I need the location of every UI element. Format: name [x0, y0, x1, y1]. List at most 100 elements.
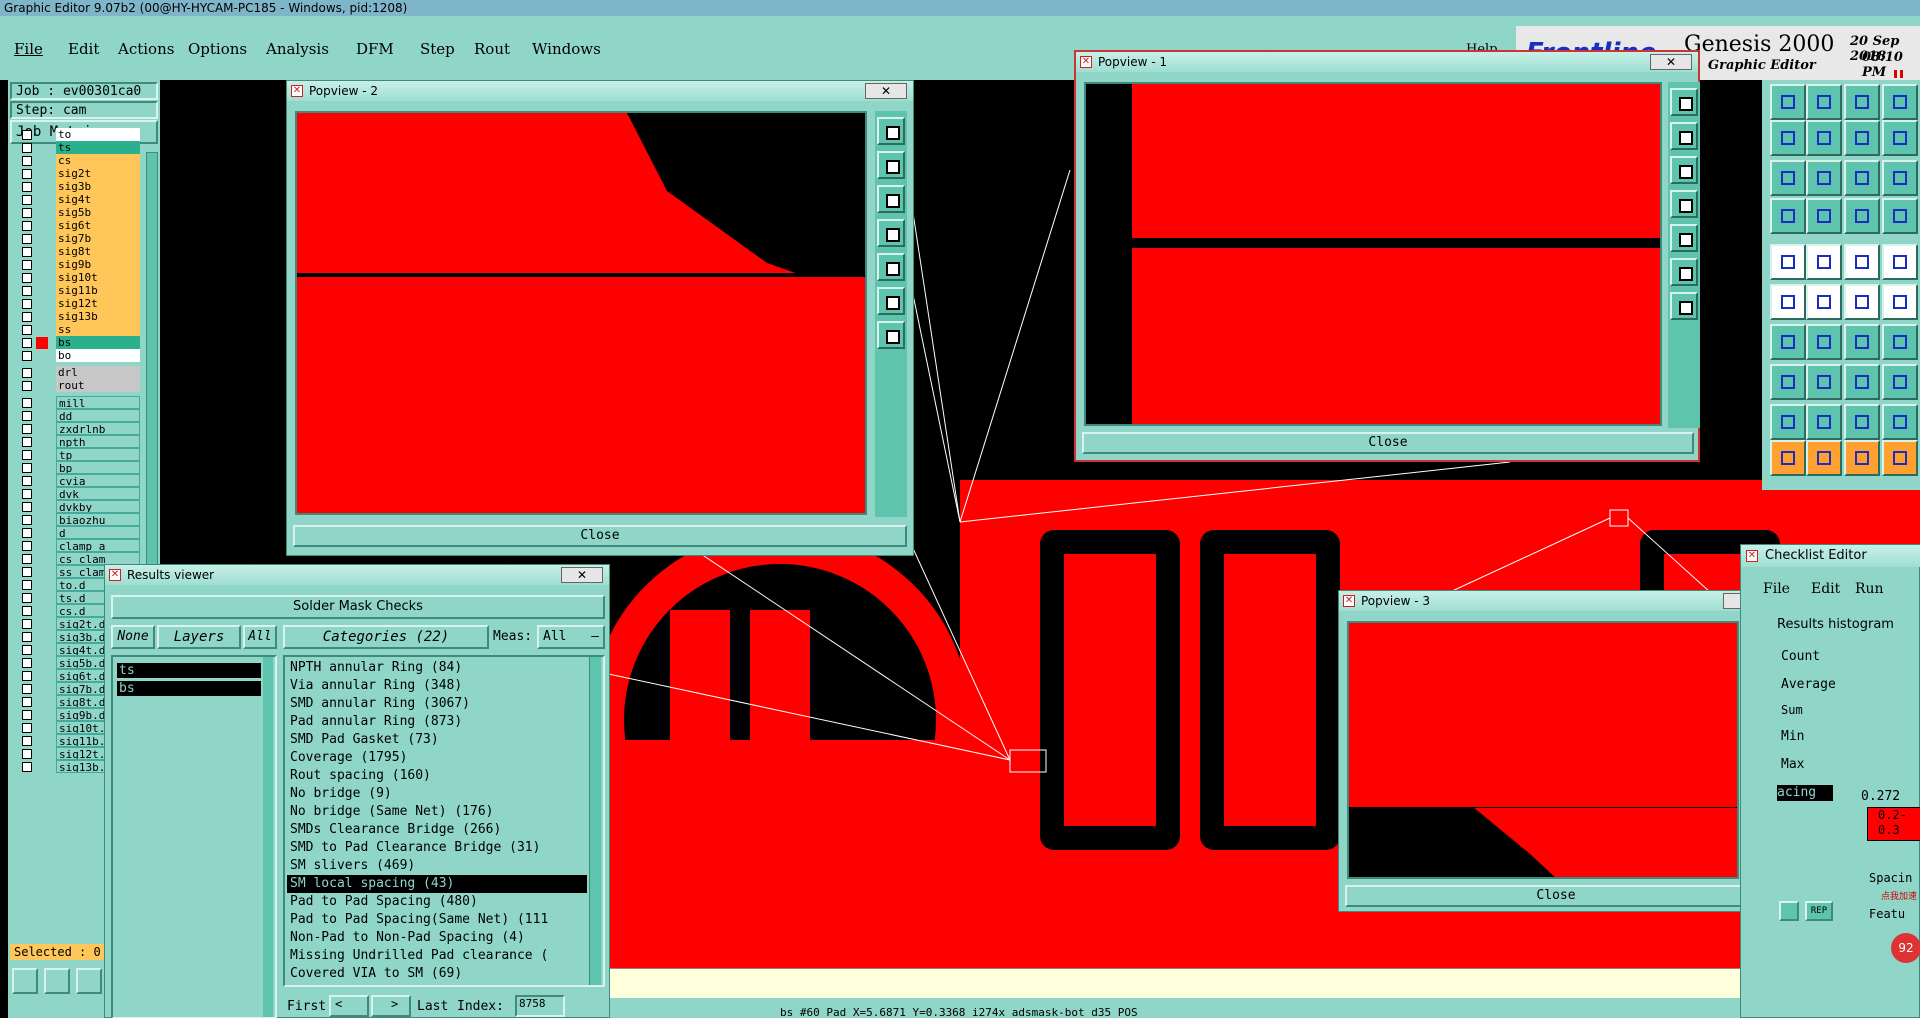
- fit-icon[interactable]: [1670, 258, 1698, 286]
- layer-row[interactable]: dvk: [16, 487, 142, 501]
- results-viewer-close-icon[interactable]: ✕: [561, 567, 603, 583]
- category-item[interactable]: Coverage (1795): [287, 749, 587, 767]
- layer-name[interactable]: npth: [56, 435, 140, 448]
- layer-name[interactable]: sig6t: [56, 219, 140, 232]
- trace-icon[interactable]: [1806, 364, 1842, 400]
- help-icon[interactable]: [1882, 160, 1918, 196]
- category-item[interactable]: SM slivers (469): [287, 857, 587, 875]
- layer-checkbox[interactable]: [22, 489, 32, 499]
- layer-name[interactable]: sig3b: [56, 180, 140, 193]
- categories-button[interactable]: Categories (22): [283, 625, 489, 649]
- split-icon[interactable]: [1844, 120, 1880, 156]
- layer-list-item[interactable]: bs: [117, 681, 261, 696]
- layer-checkbox[interactable]: [22, 221, 32, 231]
- layer-list-scrollbar[interactable]: [263, 657, 273, 1017]
- layer-name[interactable]: dvk: [56, 487, 140, 500]
- layer-checkbox[interactable]: [22, 502, 32, 512]
- menu-windows[interactable]: Windows: [532, 40, 601, 58]
- layer-row[interactable]: drl: [16, 366, 142, 380]
- category-item[interactable]: Rout spacing (160): [287, 767, 587, 785]
- layer-checkbox[interactable]: [22, 697, 32, 707]
- layer-name[interactable]: sig11b: [56, 284, 140, 297]
- layer-name[interactable]: tp: [56, 448, 140, 461]
- zoom-home-icon[interactable]: [1670, 156, 1698, 184]
- pointer-icon[interactable]: [1770, 440, 1806, 476]
- layer-list-item[interactable]: ts: [117, 663, 261, 678]
- menu-analysis[interactable]: Analysis: [266, 40, 329, 58]
- layer-name[interactable]: sig13b: [56, 310, 140, 323]
- layer-row[interactable]: tp: [16, 448, 142, 462]
- layer-name[interactable]: drl: [56, 366, 140, 379]
- layer-name[interactable]: dd: [56, 409, 140, 422]
- layer-checkbox[interactable]: [22, 710, 32, 720]
- layer-row[interactable]: sig10t: [16, 271, 142, 285]
- layer-name[interactable]: sig8t: [56, 245, 140, 258]
- layer-checkbox[interactable]: [22, 247, 32, 257]
- layer-checkbox[interactable]: [22, 273, 32, 283]
- zoom-in-icon[interactable]: [1670, 88, 1698, 116]
- layer-name[interactable]: mill: [56, 396, 140, 409]
- layer-checkbox[interactable]: [22, 156, 32, 166]
- layer-checkbox[interactable]: [22, 606, 32, 616]
- layer-name[interactable]: dvkby: [56, 500, 140, 513]
- prev-button[interactable]: <: [329, 995, 369, 1017]
- popview-1-close-button[interactable]: Close: [1082, 432, 1694, 454]
- circle-icon[interactable]: [1882, 244, 1918, 280]
- net-icon[interactable]: [1844, 198, 1880, 234]
- home-icon[interactable]: [1844, 84, 1880, 120]
- layer-row[interactable]: to: [16, 128, 142, 142]
- layer-checkbox[interactable]: [22, 325, 32, 335]
- layer-row[interactable]: npth: [16, 435, 142, 449]
- layer-name[interactable]: zxdrlnb: [56, 422, 140, 435]
- category-item[interactable]: Non-Pad to Non-Pad Spacing (4): [287, 929, 587, 947]
- layer-name[interactable]: biaozhu: [56, 513, 140, 526]
- layer-name[interactable]: sig12t: [56, 297, 140, 310]
- menu-actions[interactable]: Actions: [118, 40, 174, 58]
- polygon-icon[interactable]: [1844, 404, 1880, 440]
- layer-name[interactable]: sig7b: [56, 232, 140, 245]
- layer-checkbox[interactable]: [22, 338, 32, 348]
- layer-name[interactable]: sig5b: [56, 206, 140, 219]
- scale-icon[interactable]: [1882, 120, 1918, 156]
- pan-right-icon[interactable]: [877, 253, 905, 281]
- category-item[interactable]: SMD annular Ring (3067): [287, 695, 587, 713]
- layer-checkbox[interactable]: [22, 169, 32, 179]
- layer-row[interactable]: sig12t: [16, 297, 142, 311]
- category-item[interactable]: No bridge (Same Net) (176): [287, 803, 587, 821]
- cursor2-icon[interactable]: [1882, 440, 1918, 476]
- category-item[interactable]: SM local spacing (43): [287, 875, 587, 893]
- layer-checkbox[interactable]: [22, 381, 32, 391]
- layer-row[interactable]: sig8t: [16, 245, 142, 259]
- layer-row[interactable]: sig13b: [16, 310, 142, 324]
- zoom-out-icon[interactable]: [877, 151, 905, 179]
- meas-select[interactable]: All –: [537, 625, 605, 649]
- layer-checkbox[interactable]: [22, 182, 32, 192]
- layer-checkbox[interactable]: [22, 580, 32, 590]
- step-icon[interactable]: [1770, 120, 1806, 156]
- checklist-menu-run[interactable]: Run: [1855, 581, 1884, 597]
- flag-icon[interactable]: [1882, 324, 1918, 360]
- pointer2-icon[interactable]: [1806, 440, 1842, 476]
- layer-checkbox[interactable]: [22, 632, 32, 642]
- layer-checkbox[interactable]: [22, 515, 32, 525]
- layer-checkbox[interactable]: [22, 658, 32, 668]
- layer-name[interactable]: bs: [56, 336, 140, 349]
- layer-row[interactable]: sig7b: [16, 232, 142, 246]
- layer-row[interactable]: sig6t: [16, 219, 142, 233]
- category-item[interactable]: NPTH annular Ring (84): [287, 659, 587, 677]
- category-item[interactable]: Pad to Pad Spacing(Same Net) (111: [287, 911, 587, 929]
- layer-checkbox[interactable]: [22, 567, 32, 577]
- checklist-menu-edit[interactable]: Edit: [1811, 581, 1840, 597]
- pan-icon[interactable]: [1770, 84, 1806, 120]
- layer-checkbox[interactable]: [22, 463, 32, 473]
- popview-2-canvas[interactable]: [295, 111, 867, 515]
- layer-checkbox[interactable]: [22, 424, 32, 434]
- ratio-icon[interactable]: [1844, 160, 1880, 196]
- snap-icon[interactable]: [1882, 84, 1918, 120]
- layer-name[interactable]: sig2t: [56, 167, 140, 180]
- layer-row[interactable]: zxdrlnb: [16, 422, 142, 436]
- pad-icon[interactable]: [1770, 364, 1806, 400]
- layer-checkbox[interactable]: [22, 671, 32, 681]
- popview-1-close-icon[interactable]: ✕: [1650, 54, 1692, 70]
- layer-row[interactable]: sig2t: [16, 167, 142, 181]
